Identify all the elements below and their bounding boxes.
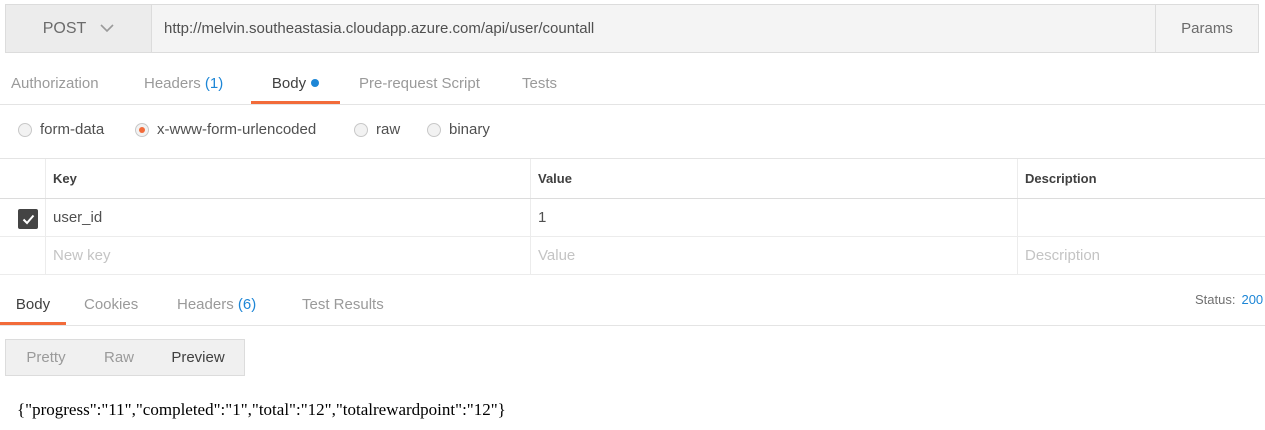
view-raw-button[interactable]: Raw — [86, 340, 152, 375]
view-preview-button[interactable]: Preview — [152, 340, 244, 375]
tab-body-label: Body — [271, 75, 307, 92]
radio-form-data-icon[interactable] — [18, 122, 32, 137]
table-new-row: New key Value Description — [0, 237, 1265, 275]
column-header-key: Key — [53, 171, 77, 186]
tab-headers[interactable]: Headers (1) — [144, 62, 228, 104]
table-row: user_id 1 — [0, 199, 1265, 237]
column-header-description: Description — [1025, 171, 1097, 186]
view-pretty-button[interactable]: Pretty — [6, 340, 86, 375]
tab-authorization[interactable]: Authorization — [11, 62, 107, 104]
request-url-bar: POST Params — [5, 4, 1259, 53]
tab-headers-label: Headers — [144, 75, 201, 92]
row-enabled-checkbox[interactable] — [18, 209, 38, 229]
tab-response-headers-count: (6) — [237, 296, 257, 313]
modified-dot-icon — [311, 79, 320, 87]
chevron-down-icon — [100, 24, 114, 33]
row-value-cell[interactable]: 1 — [530, 199, 1017, 236]
new-value-input[interactable]: Value — [530, 237, 1017, 274]
radio-raw-label: raw — [376, 121, 401, 138]
url-input[interactable] — [152, 5, 1155, 52]
radio-urlencoded-label: x-www-form-urlencoded — [157, 121, 317, 138]
radio-urlencoded-icon[interactable] — [135, 122, 149, 137]
params-button[interactable]: Params — [1155, 5, 1258, 52]
table-header-row: Key Value Description — [0, 159, 1265, 199]
tab-response-headers-label: Headers — [177, 296, 234, 313]
column-header-value: Value — [538, 171, 572, 186]
radio-binary-label: binary — [449, 121, 490, 138]
status-label: Status: — [1195, 292, 1236, 307]
radio-urlencoded[interactable]: x-www-form-urlencoded — [135, 121, 316, 138]
key-value-table: Key Value Description user_id 1 New key … — [0, 159, 1265, 275]
row-description-cell[interactable] — [1017, 199, 1265, 236]
new-description-input[interactable]: Description — [1017, 237, 1265, 274]
tab-response-headers[interactable]: Headers (6) — [177, 276, 263, 325]
new-key-input[interactable]: New key — [45, 237, 530, 274]
tab-headers-count: (1) — [204, 75, 224, 92]
radio-form-data-label: form-data — [40, 121, 105, 138]
tab-response-cookies[interactable]: Cookies — [84, 276, 142, 325]
tab-tests[interactable]: Tests — [522, 62, 562, 104]
tab-prerequest-script[interactable]: Pre-request Script — [359, 62, 487, 104]
response-body-text: {"progress":"11","completed":"1","total"… — [17, 400, 506, 419]
status-code: 200 — [1241, 292, 1264, 307]
tab-test-results[interactable]: Test Results — [302, 276, 392, 325]
body-type-options: form-data x-www-form-urlencoded raw bina… — [0, 106, 1265, 159]
view-mode-toggle: Pretty Raw Preview — [5, 339, 245, 376]
status-indicator: Status: 200 — [1195, 292, 1263, 307]
method-label: POST — [42, 19, 87, 37]
radio-form-data[interactable]: form-data — [18, 121, 104, 138]
radio-raw[interactable]: raw — [354, 121, 400, 138]
radio-raw-icon[interactable] — [354, 122, 368, 137]
tab-response-body[interactable]: Body — [0, 276, 66, 325]
row-key-cell[interactable]: user_id — [45, 199, 530, 236]
request-tabs: Authorization Headers (1) Body Pre-reque… — [0, 62, 1265, 105]
checkmark-icon — [22, 214, 34, 224]
radio-binary-icon[interactable] — [427, 122, 441, 137]
tab-body[interactable]: Body — [251, 62, 340, 104]
method-select[interactable]: POST — [6, 5, 152, 52]
radio-binary[interactable]: binary — [427, 121, 490, 138]
response-tabs: Body Cookies Headers (6) Test Results — [0, 276, 1265, 326]
